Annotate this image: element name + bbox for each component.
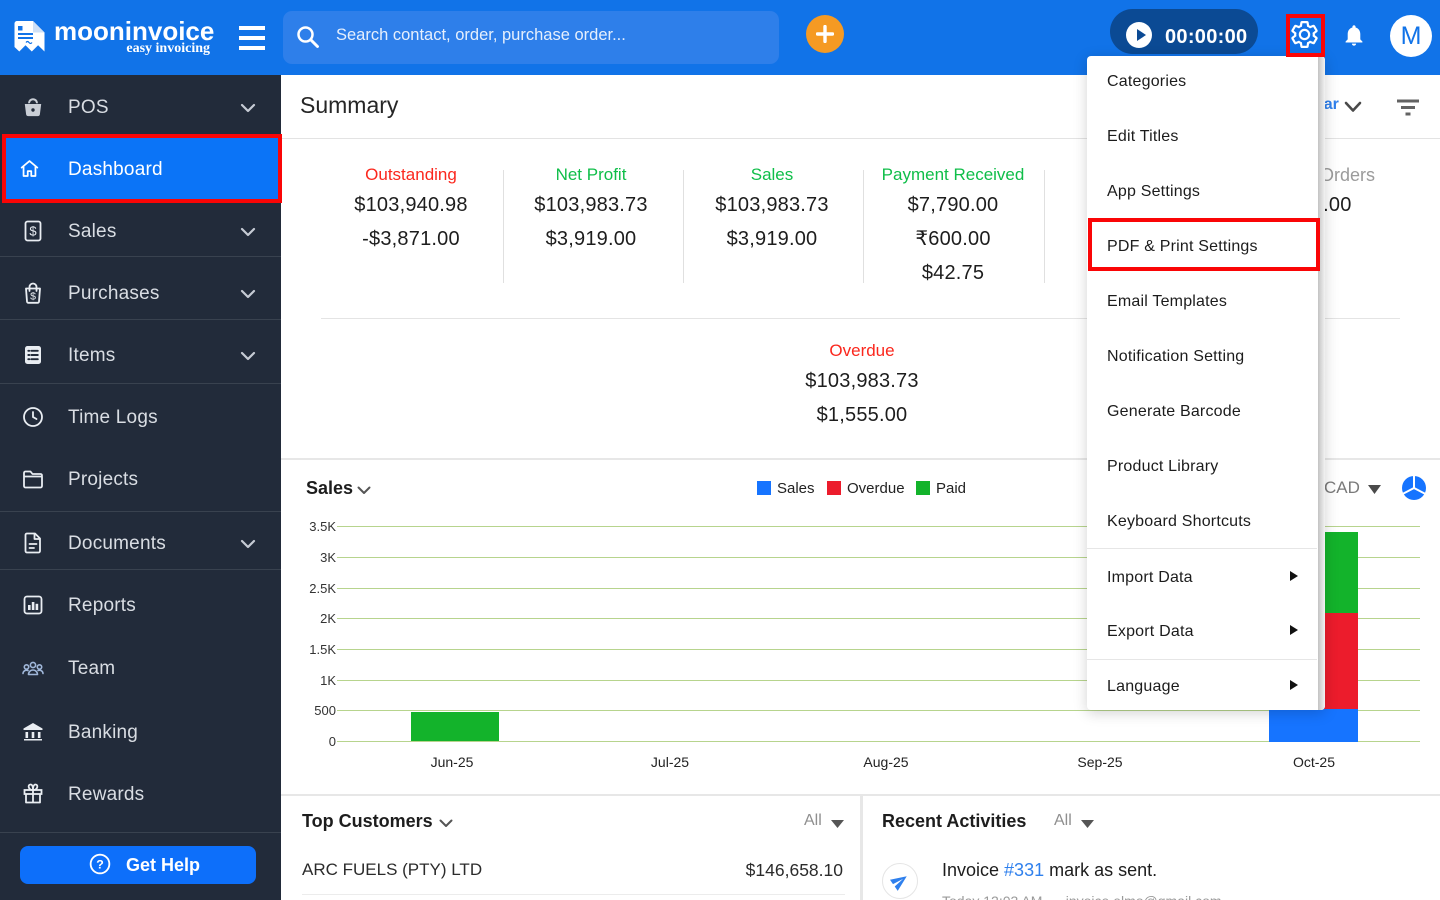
svg-text:?: ? <box>96 857 104 871</box>
svg-text:$: $ <box>30 291 36 303</box>
svg-text:$: $ <box>29 224 37 239</box>
